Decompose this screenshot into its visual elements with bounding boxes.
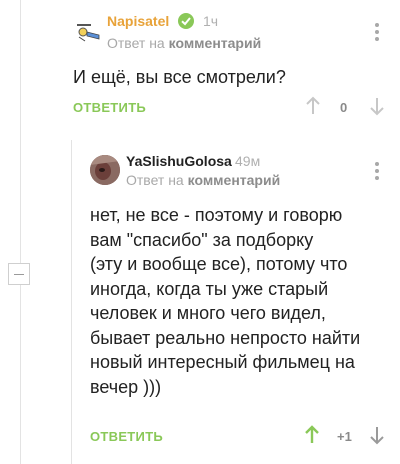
avatar[interactable] [90,155,120,185]
text-line: нет, не все - поэтому и говорю [90,205,343,225]
username[interactable]: YaSlishuGolosa [126,153,232,169]
text-line: человек и много чего видел, [90,303,326,323]
text-line: новый интересный фильмец на [90,352,355,372]
more-options-icon[interactable] [375,23,379,44]
text-line: вечер ))) [90,376,162,397]
vote-up-icon[interactable] [304,425,320,445]
avatar[interactable] [73,15,103,45]
username[interactable]: Napisatel [107,13,169,29]
comment-time[interactable]: 49м [235,153,260,169]
comment-text: нет, не все - поэтому и говорю вам "спас… [90,203,360,399]
reply-to-link[interactable]: Ответ на комментарий [107,35,261,51]
more-options-icon[interactable] [375,162,379,183]
comment-napisatel: Napisatel 1ч Ответ на комментарий И ещё,… [0,0,400,140]
comment-time[interactable]: 1ч [203,13,218,29]
verified-badge-icon [178,13,194,29]
reply-button[interactable]: ОТВЕТИТЬ [73,100,146,115]
reply-target: комментарий [168,35,262,51]
reply-button[interactable]: ОТВЕТИТЬ [90,429,163,444]
rating: +1 [337,429,352,444]
text-line: иногда, когда ты уже старый [90,278,329,299]
text-line: (эту и вообще все), потому что [90,254,348,274]
reply-target: комментарий [187,172,281,188]
vote-down-icon[interactable] [369,425,385,445]
reply-prefix: Ответ на [126,172,184,188]
comment-yaslishugolosa: YaSlishuGolosa 49м Ответ на комментарий … [0,140,400,464]
reply-to-link[interactable]: Ответ на комментарий [126,172,280,188]
comment-text: И ещё, вы все смотрели? [73,67,286,87]
rating: 0 [340,100,348,115]
vote-down-icon[interactable] [369,96,385,116]
text-line: вам "спасибо" за подборку [90,229,314,250]
reply-prefix: Ответ на [107,35,165,51]
vote-up-icon[interactable] [305,96,321,116]
text-line: бывает реально непросто найти [90,327,361,348]
